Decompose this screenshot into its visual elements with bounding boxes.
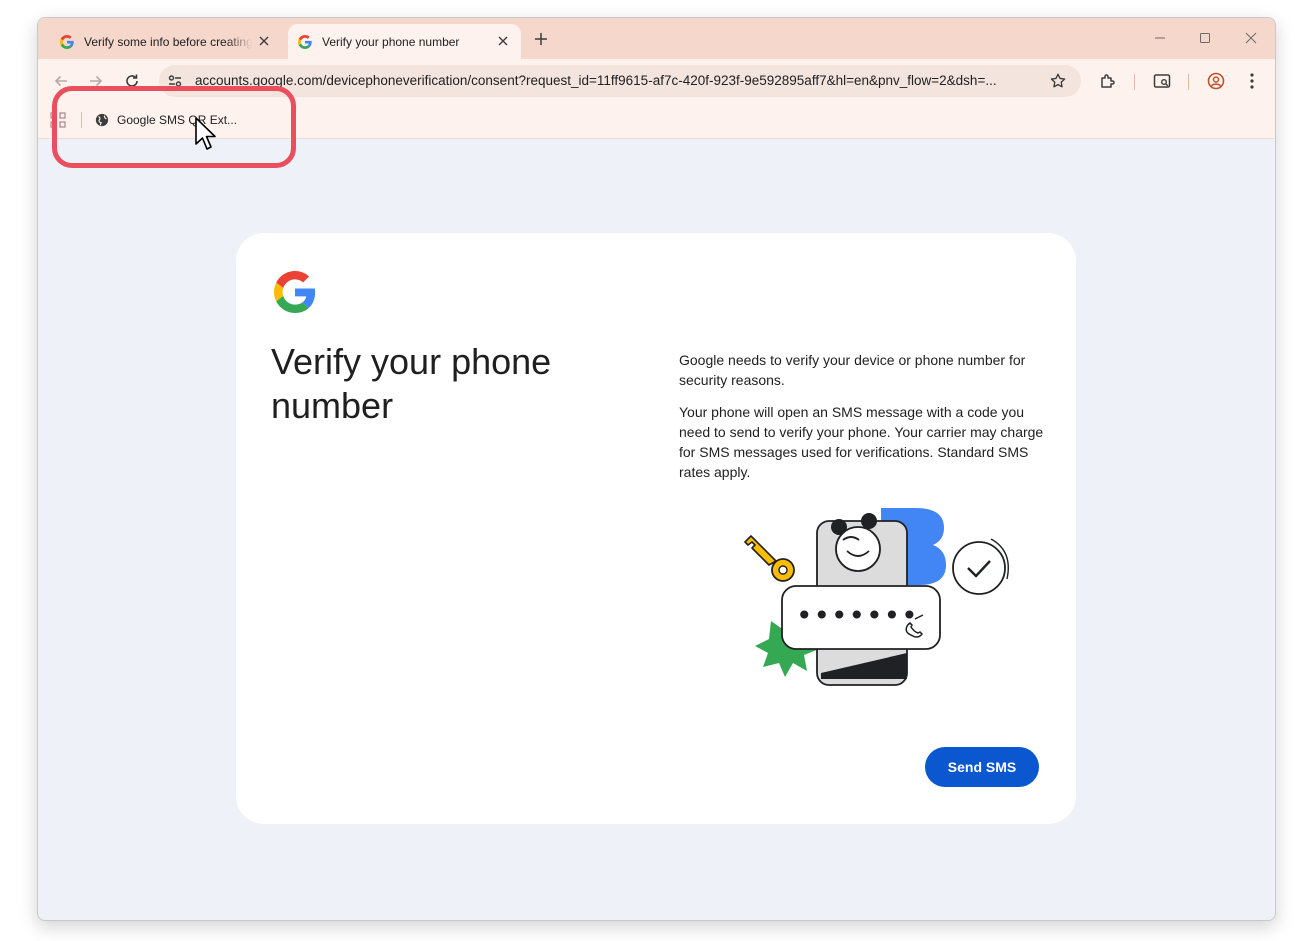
close-icon[interactable] — [495, 33, 511, 49]
bookmark-star-icon[interactable] — [1049, 72, 1067, 90]
url-text[interactable]: accounts.google.com/devicephoneverificat… — [195, 73, 1037, 88]
tab-title: Verify some info before creating an acco… — [84, 34, 252, 49]
bookmark-google-sms-qr[interactable]: Google SMS QR Ext... — [95, 109, 237, 131]
tab-title: Verify your phone number — [322, 34, 460, 49]
toolbar-divider — [1188, 74, 1189, 90]
back-icon[interactable] — [49, 69, 73, 93]
minimize-icon[interactable] — [1146, 26, 1174, 50]
search-tabs-icon[interactable] — [1150, 69, 1174, 93]
toolbar-divider — [1134, 74, 1135, 90]
bookmarks-divider — [81, 112, 82, 128]
close-window-icon[interactable] — [1237, 26, 1265, 50]
reload-icon[interactable] — [120, 69, 144, 93]
close-icon[interactable] — [256, 33, 272, 49]
google-logo-icon — [274, 271, 316, 313]
google-favicon-icon — [60, 34, 74, 49]
apps-grid-icon[interactable] — [50, 112, 66, 128]
tab-verify-phone[interactable]: Verify your phone number — [288, 24, 521, 59]
more-menu-icon[interactable] — [1240, 69, 1264, 93]
google-favicon-icon — [298, 34, 312, 49]
phone-verification-illustration: ••••••• — [744, 508, 1009, 686]
address-bar[interactable]: accounts.google.com/devicephoneverificat… — [159, 65, 1081, 97]
maximize-icon[interactable] — [1191, 26, 1219, 50]
send-sms-button[interactable]: Send SMS — [925, 747, 1039, 787]
globe-icon — [95, 113, 109, 127]
verify-phone-card: Verify your phone number Google needs to… — [236, 233, 1076, 824]
profile-avatar-icon[interactable] — [1204, 69, 1228, 93]
bookmarks-bar: Google SMS QR Ext... — [38, 103, 1275, 139]
browser-toolbar: accounts.google.com/devicephoneverificat… — [38, 59, 1275, 103]
tab-strip: Verify some info before creating an acco… — [38, 18, 1275, 59]
sms-info-text: Your phone will open an SMS message with… — [679, 404, 1044, 480]
tab-verify-info[interactable]: Verify some info before creating an acco… — [46, 24, 282, 59]
page-title: Verify your phone number — [271, 341, 552, 426]
new-tab-plus-icon[interactable] — [530, 28, 552, 50]
browser-window: Verify some info before creating an acco… — [37, 17, 1276, 921]
site-settings-icon[interactable] — [165, 71, 185, 91]
forward-icon[interactable] — [84, 69, 108, 93]
security-reason-text: Google needs to verify your device or ph… — [679, 352, 1026, 388]
extensions-icon[interactable] — [1096, 69, 1120, 93]
masked-code: ••••••• — [796, 599, 919, 632]
bookmark-label: Google SMS QR Ext... — [117, 113, 238, 127]
